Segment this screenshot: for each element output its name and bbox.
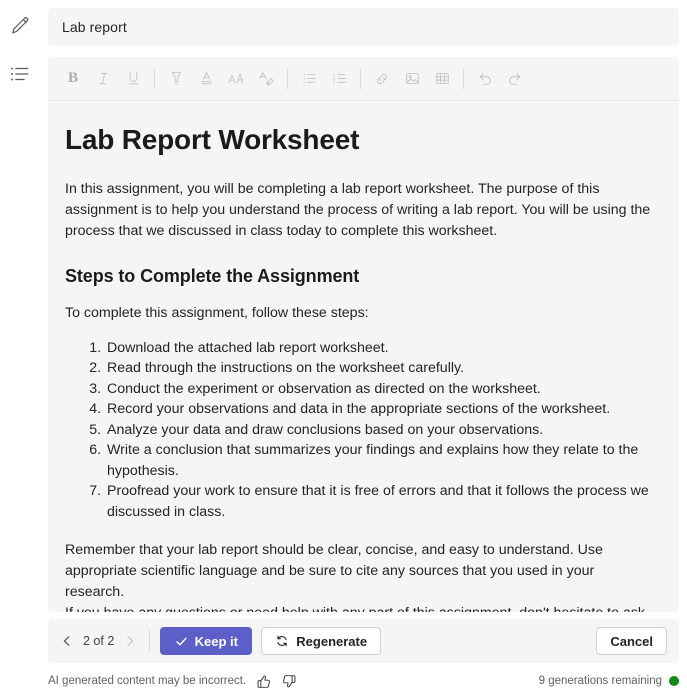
action-bar: 2 of 2 Keep it Regenerate Cancel xyxy=(48,619,679,663)
footer-bar: AI generated content may be incorrect. 9… xyxy=(48,672,679,690)
cancel-button[interactable]: Cancel xyxy=(596,627,667,655)
bold-icon: B xyxy=(67,70,78,86)
main-column: Lab report B 1 2 3 Lab Report Worksheet … xyxy=(40,0,687,695)
redo-icon xyxy=(509,72,521,85)
footer-right-group: 9 generations remaining xyxy=(539,675,679,687)
document-title-value: Lab report xyxy=(62,19,127,35)
thumbs-down-icon[interactable] xyxy=(280,672,298,690)
regenerate-label: Regenerate xyxy=(296,633,368,649)
document-body[interactable]: Lab Report Worksheet In this assignment,… xyxy=(48,101,679,612)
steps-lead-paragraph: To complete this assignment, follow thes… xyxy=(65,304,369,321)
keep-it-button[interactable]: Keep it xyxy=(160,627,253,655)
draft-pager: 2 of 2 xyxy=(56,630,141,652)
italic-button[interactable] xyxy=(88,64,118,94)
list-item: Analyze your data and draw conclusions b… xyxy=(105,420,653,441)
table-button[interactable] xyxy=(427,64,457,94)
font-size-icon xyxy=(227,73,243,84)
document-heading: Lab Report Worksheet xyxy=(65,124,360,155)
bold-button[interactable]: B xyxy=(58,64,88,94)
keep-it-label: Keep it xyxy=(194,633,238,649)
italic-icon xyxy=(99,72,107,85)
checkmark-icon xyxy=(175,637,187,645)
left-rail xyxy=(0,0,40,695)
svg-text:3: 3 xyxy=(332,80,335,85)
list-item: Proofread your work to ensure that it is… xyxy=(105,481,653,522)
chevron-right-icon[interactable] xyxy=(119,630,141,652)
table-icon xyxy=(435,73,449,84)
arrow-sync-icon xyxy=(277,635,287,647)
underline-icon xyxy=(128,72,138,85)
ai-disclaimer-text: AI generated content may be incorrect. xyxy=(48,675,247,687)
document-title-input[interactable]: Lab report xyxy=(48,8,679,46)
toolbar-separator xyxy=(154,68,155,89)
footer-left-group: AI generated content may be incorrect. xyxy=(48,672,298,690)
closing-paragraph-1: Remember that your lab report should be … xyxy=(65,542,603,601)
list-item: Download the attached lab report workshe… xyxy=(105,338,653,359)
formatting-toolbar: B 1 2 3 xyxy=(48,57,679,101)
action-bar-separator xyxy=(149,630,151,652)
generations-remaining-text: 9 generations remaining xyxy=(538,675,662,687)
closing-block: Remember that your lab report should be … xyxy=(65,540,653,612)
undo-button[interactable] xyxy=(470,64,500,94)
pager-label: 2 of 2 xyxy=(83,634,115,648)
status-indicator-dot xyxy=(669,676,679,686)
image-icon xyxy=(405,73,419,84)
list-outline-icon[interactable] xyxy=(6,60,34,88)
toolbar-separator xyxy=(360,68,361,89)
redo-button[interactable] xyxy=(500,64,530,94)
font-color-icon xyxy=(201,72,211,85)
document-section-heading: Steps to Complete the Assignment xyxy=(65,265,360,286)
clear-formatting-button[interactable] xyxy=(251,64,281,94)
thumbs-up-icon[interactable] xyxy=(254,672,272,690)
undo-icon xyxy=(479,72,491,85)
edit-pencil-icon[interactable] xyxy=(6,12,34,40)
document-intro-paragraph: In this assignment, you will be completi… xyxy=(65,180,651,239)
list-item: Record your observations and data in the… xyxy=(105,399,653,420)
clear-formatting-icon xyxy=(259,71,274,86)
chevron-left-icon[interactable] xyxy=(56,630,78,652)
steps-list: Download the attached lab report workshe… xyxy=(65,338,653,523)
link-icon xyxy=(376,73,388,84)
image-button[interactable] xyxy=(397,64,427,94)
cancel-label: Cancel xyxy=(610,633,653,649)
list-item: Conduct the experiment or observation as… xyxy=(105,379,653,400)
font-color-button[interactable] xyxy=(191,64,221,94)
list-item: Write a conclusion that summarizes your … xyxy=(105,440,653,481)
underline-button[interactable] xyxy=(118,64,148,94)
closing-paragraph-2: If you have any questions or need help w… xyxy=(65,603,653,612)
editor-card: B 1 2 3 Lab Report Worksheet In this ass… xyxy=(48,57,679,612)
numbered-list-icon: 1 2 3 xyxy=(332,72,346,85)
ai-draft-editor-window: Lab report B 1 2 3 Lab Report Worksheet … xyxy=(0,0,687,695)
list-item: Read through the instructions on the wor… xyxy=(105,358,653,379)
link-button[interactable] xyxy=(367,64,397,94)
bulleted-list-icon xyxy=(303,73,315,84)
numbered-list-button[interactable]: 1 2 3 xyxy=(324,64,354,94)
toolbar-separator xyxy=(287,68,288,89)
toolbar-separator xyxy=(463,68,464,89)
highlight-icon xyxy=(171,72,181,85)
regenerate-button[interactable]: Regenerate xyxy=(261,627,382,655)
bulleted-list-button[interactable] xyxy=(294,64,324,94)
highlight-button[interactable] xyxy=(161,64,191,94)
font-size-button[interactable] xyxy=(221,64,251,94)
